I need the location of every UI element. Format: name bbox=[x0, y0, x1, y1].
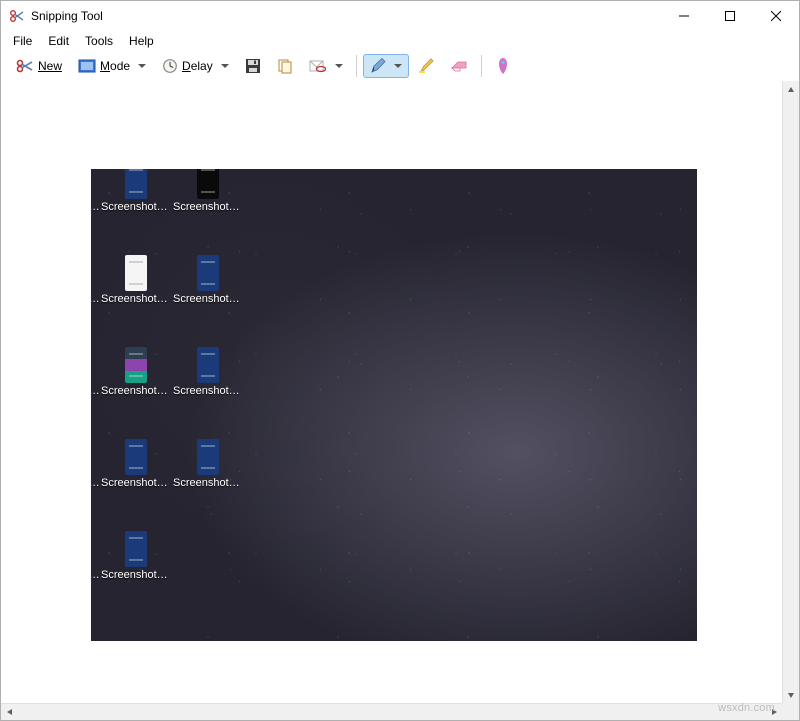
paint3d-icon bbox=[495, 57, 511, 75]
desktop-icon[interactable]: Screenshot_... bbox=[173, 169, 243, 213]
desktop-icon[interactable]: Screenshot_... bbox=[101, 169, 171, 213]
chevron-down-icon bbox=[138, 64, 146, 68]
desktop-icon[interactable]: Screenshot_... bbox=[101, 439, 171, 489]
delay-label: Delay bbox=[182, 59, 213, 73]
chevron-down-icon bbox=[394, 64, 402, 68]
highlighter-button[interactable] bbox=[411, 54, 441, 78]
vertical-scrollbar[interactable] bbox=[782, 81, 799, 703]
new-button[interactable]: New bbox=[9, 54, 69, 78]
menu-edit[interactable]: Edit bbox=[40, 32, 77, 50]
icon-label: Screenshot_... bbox=[101, 569, 171, 581]
icon-label: Screenshot_... bbox=[173, 477, 243, 489]
maximize-button[interactable] bbox=[707, 1, 753, 31]
bottom-scroll-row bbox=[1, 703, 799, 720]
highlighter-icon bbox=[418, 58, 434, 74]
eraser-icon bbox=[450, 60, 468, 72]
pen-icon bbox=[370, 58, 386, 74]
scroll-right-arrow[interactable] bbox=[765, 704, 782, 720]
file-thumbnail bbox=[197, 169, 219, 199]
scroll-track[interactable] bbox=[783, 98, 799, 686]
rectangle-mode-icon bbox=[78, 59, 96, 73]
chevron-down-icon bbox=[221, 64, 229, 68]
clock-icon bbox=[162, 58, 178, 74]
menubar: File Edit Tools Help bbox=[1, 31, 799, 51]
envelope-icon bbox=[309, 59, 327, 73]
menu-tools[interactable]: Tools bbox=[77, 32, 121, 50]
canvas[interactable]: Screenshot_...Screenshot_...Screenshot_.… bbox=[1, 81, 782, 703]
paint3d-button[interactable] bbox=[488, 53, 518, 79]
menu-tools-label: Tools bbox=[85, 34, 113, 48]
file-thumbnail bbox=[125, 255, 147, 291]
chevron-down-icon bbox=[335, 64, 343, 68]
icon-label: Screenshot_... bbox=[173, 201, 243, 213]
desktop-icon[interactable]: Screenshot_... bbox=[101, 531, 171, 581]
desktop-icon[interactable]: Screenshot_... bbox=[173, 255, 243, 305]
file-thumbnail bbox=[125, 169, 147, 199]
menu-help[interactable]: Help bbox=[121, 32, 162, 50]
titlebar: Snipping Tool bbox=[1, 1, 799, 31]
icon-label: Screenshot_... bbox=[173, 385, 243, 397]
eraser-button[interactable] bbox=[443, 56, 475, 76]
copy-button[interactable] bbox=[270, 54, 300, 78]
window-title: Snipping Tool bbox=[31, 9, 661, 23]
starfield-noise bbox=[91, 169, 697, 641]
delay-button[interactable]: Delay bbox=[155, 54, 236, 78]
scroll-track[interactable] bbox=[18, 704, 765, 720]
desktop-icon[interactable]: Screenshot_... bbox=[101, 255, 171, 305]
desktop-icon[interactable]: Screenshot_... bbox=[173, 347, 243, 397]
save-button[interactable] bbox=[238, 54, 268, 78]
icon-label: Screenshot_... bbox=[101, 201, 171, 213]
copy-icon bbox=[277, 58, 293, 74]
mode-label: Mode bbox=[100, 59, 130, 73]
file-thumbnail bbox=[125, 439, 147, 475]
menu-file[interactable]: File bbox=[5, 32, 40, 50]
new-label: New bbox=[38, 59, 62, 73]
desktop-icon[interactable]: Screenshot_... bbox=[173, 439, 243, 489]
icon-label: Screenshot_... bbox=[101, 293, 171, 305]
scroll-corner bbox=[782, 703, 799, 720]
minimize-button[interactable] bbox=[661, 1, 707, 31]
separator bbox=[356, 55, 357, 77]
send-button[interactable] bbox=[302, 55, 350, 77]
toolbar: New Mode Delay bbox=[1, 51, 799, 81]
desktop-icon[interactable]: Screenshot_... bbox=[101, 347, 171, 397]
file-thumbnail bbox=[197, 439, 219, 475]
scroll-up-arrow[interactable] bbox=[783, 81, 799, 98]
screenshot-capture: Screenshot_...Screenshot_...Screenshot_.… bbox=[91, 169, 697, 641]
file-thumbnail bbox=[197, 255, 219, 291]
save-icon bbox=[245, 58, 261, 74]
scroll-left-arrow[interactable] bbox=[1, 704, 18, 720]
horizontal-scrollbar[interactable] bbox=[1, 703, 782, 720]
scroll-down-arrow[interactable] bbox=[783, 686, 799, 703]
file-thumbnail bbox=[197, 347, 219, 383]
menu-help-label: Help bbox=[129, 34, 154, 48]
menu-edit-label: Edit bbox=[48, 34, 69, 48]
file-thumbnail bbox=[125, 531, 147, 567]
app-window: Snipping Tool File Edit Tools Help bbox=[0, 0, 800, 721]
icon-label: Screenshot_... bbox=[173, 293, 243, 305]
icon-label: Screenshot_... bbox=[101, 477, 171, 489]
pen-button[interactable] bbox=[363, 54, 409, 78]
scissors-icon bbox=[16, 58, 34, 74]
close-button[interactable] bbox=[753, 1, 799, 31]
mode-button[interactable]: Mode bbox=[71, 55, 153, 77]
separator bbox=[481, 55, 482, 77]
window-controls bbox=[661, 1, 799, 31]
file-thumbnail bbox=[125, 347, 147, 383]
icon-label: Screenshot_... bbox=[101, 385, 171, 397]
scissors-icon bbox=[9, 8, 25, 24]
menu-file-label: File bbox=[13, 34, 32, 48]
content-area: Screenshot_...Screenshot_...Screenshot_.… bbox=[1, 81, 799, 703]
